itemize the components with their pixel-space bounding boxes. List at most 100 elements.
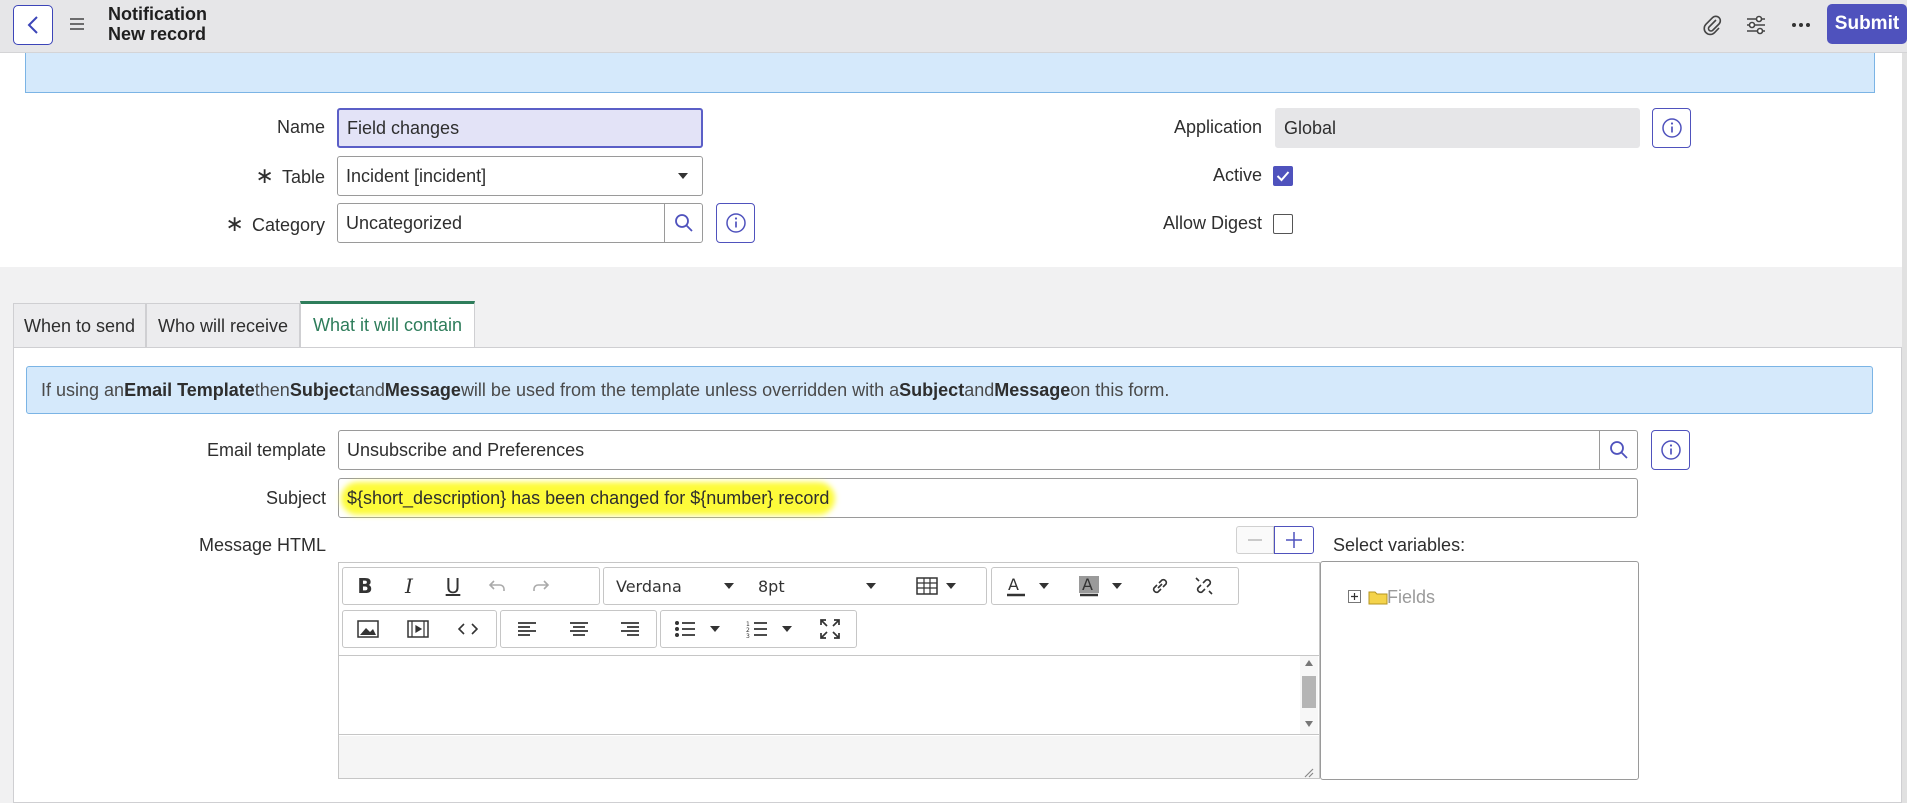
select-variables-label: Select variables: — [1333, 535, 1466, 555]
application-info-button[interactable] — [1652, 108, 1691, 148]
chevron-down-icon — [710, 626, 720, 632]
tab-what-it-will-contain[interactable]: What it will contain — [300, 301, 475, 347]
application-field: Global — [1275, 108, 1640, 148]
category-label: ∗ Category — [225, 211, 325, 236]
svg-text:A: A — [1082, 575, 1093, 594]
allow-digest-label: Allow Digest — [1162, 213, 1262, 233]
editor-scrollbar[interactable] — [1300, 656, 1318, 734]
chevron-down-icon — [1112, 583, 1122, 589]
info-icon — [1661, 118, 1682, 138]
email-template-lookup-button[interactable] — [1599, 430, 1638, 470]
underline-button[interactable]: U — [431, 569, 475, 603]
editor-statusbar — [339, 736, 1319, 778]
subject-input[interactable]: ${short_description} has been changed fo… — [338, 478, 1638, 518]
bullet-list-button[interactable] — [661, 620, 733, 638]
toolbar-list-group: 123 — [660, 610, 857, 648]
font-size-value: 8pt — [758, 576, 785, 596]
allow-digest-checkbox[interactable] — [1273, 214, 1293, 234]
fullscreen-icon — [820, 619, 840, 639]
email-template-input[interactable]: Unsubscribe and Preferences — [338, 430, 1600, 470]
table-icon — [916, 577, 938, 595]
insert-media-button[interactable] — [393, 612, 443, 646]
sliders-icon[interactable] — [1743, 12, 1769, 38]
chevron-down-icon — [946, 583, 956, 589]
scroll-down-icon[interactable] — [1305, 721, 1313, 727]
category-info-button[interactable] — [716, 203, 755, 243]
text-color-button[interactable]: A — [992, 575, 1062, 597]
info-banner: If using an Email Template then Subject … — [26, 366, 1873, 414]
name-input[interactable]: Field changes — [337, 108, 703, 148]
scroll-up-icon[interactable] — [1305, 660, 1313, 666]
background-color-button[interactable]: A — [1062, 575, 1138, 597]
bold-icon: B — [357, 574, 373, 598]
collapse-button[interactable] — [1236, 526, 1274, 554]
application-value: Global — [1284, 117, 1337, 138]
category-value: Uncategorized — [346, 212, 463, 233]
active-checkbox[interactable] — [1273, 166, 1293, 186]
redo-button[interactable] — [519, 569, 563, 603]
align-left-button[interactable] — [501, 612, 553, 646]
svg-text:A: A — [1008, 575, 1019, 594]
font-size-select[interactable]: 8pt — [746, 577, 888, 596]
chevron-down-icon — [678, 173, 688, 179]
numbered-list-button[interactable]: 123 — [733, 620, 805, 638]
undo-button[interactable] — [475, 569, 519, 603]
category-lookup-button[interactable] — [664, 203, 703, 243]
page-scrollbar[interactable] — [1902, 53, 1907, 803]
image-icon — [357, 620, 379, 638]
bullet-list-icon — [675, 621, 695, 637]
italic-button[interactable]: I — [387, 569, 431, 603]
application-label: Application — [1173, 117, 1262, 137]
tree-node-fields[interactable]: Fields — [1387, 587, 1435, 608]
code-icon — [458, 623, 478, 635]
toolbar-color-link-group: A A — [991, 567, 1239, 605]
name-value: Field changes — [347, 117, 460, 138]
required-marker: ∗ — [255, 163, 274, 188]
chevron-down-icon — [866, 583, 876, 589]
align-left-icon — [517, 622, 536, 636]
category-input[interactable]: Uncategorized — [337, 203, 665, 243]
top-banner — [25, 53, 1875, 93]
tab-when-to-send[interactable]: When to send — [13, 303, 146, 348]
search-icon — [1609, 441, 1628, 459]
tab-who-will-receive[interactable]: Who will receive — [146, 303, 300, 348]
expand-tree-icon[interactable] — [1348, 590, 1361, 603]
bold-button[interactable]: B — [343, 569, 387, 603]
font-family-value: Verdana — [616, 576, 682, 596]
more-icon[interactable] — [1788, 12, 1814, 38]
plus-icon — [1286, 532, 1302, 548]
unlink-button[interactable] — [1182, 569, 1226, 603]
email-template-label: Email template — [206, 440, 326, 460]
back-button[interactable] — [13, 5, 53, 45]
submit-button[interactable]: Submit — [1827, 4, 1907, 44]
table-button[interactable] — [888, 577, 984, 595]
link-button[interactable] — [1138, 569, 1182, 603]
menu-icon[interactable] — [68, 15, 86, 33]
toolbar-font-group: Verdana 8pt — [603, 567, 987, 605]
text-color-icon: A — [1007, 575, 1025, 597]
toolbar-format-group: B I U — [342, 567, 600, 605]
align-right-icon — [621, 622, 640, 636]
insert-image-button[interactable] — [343, 612, 393, 646]
minus-icon — [1248, 539, 1262, 541]
checkmark-icon — [1276, 171, 1290, 182]
table-select[interactable]: Incident [incident] — [337, 156, 703, 196]
source-code-button[interactable] — [443, 612, 493, 646]
editor-content-area[interactable] — [339, 655, 1319, 735]
email-template-info-button[interactable] — [1651, 430, 1690, 470]
resize-handle-icon[interactable] — [1302, 762, 1314, 778]
required-marker: ∗ — [225, 211, 244, 236]
expand-button[interactable] — [1274, 526, 1314, 554]
font-family-select[interactable]: Verdana — [604, 577, 746, 596]
align-center-button[interactable] — [553, 612, 605, 646]
scrollbar-thumb[interactable] — [1302, 676, 1316, 708]
paperclip-icon[interactable] — [1699, 12, 1725, 38]
media-icon — [407, 620, 429, 638]
fullscreen-button[interactable] — [805, 612, 855, 646]
info-icon — [725, 213, 746, 233]
align-right-button[interactable] — [604, 612, 656, 646]
underline-icon: U — [445, 574, 461, 598]
chevron-down-icon — [782, 626, 792, 632]
email-template-value: Unsubscribe and Preferences — [347, 439, 585, 460]
chevron-down-icon — [724, 583, 734, 589]
